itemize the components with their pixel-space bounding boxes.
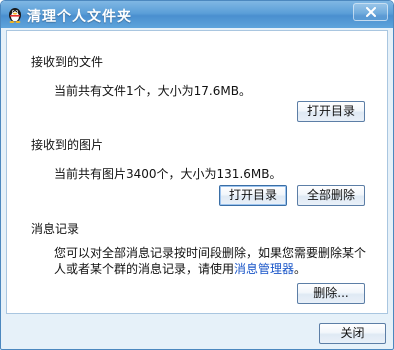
close-icon — [366, 7, 376, 17]
received-images-heading: 接收到的图片 — [31, 138, 104, 152]
message-log-desc-suffix: 。 — [294, 262, 307, 276]
title-bar[interactable]: 清理个人文件夹 — [1, 1, 393, 28]
message-log-desc-line2: 人或者某个群的消息记录，请使用 — [54, 262, 235, 276]
close-button[interactable]: 关闭 — [319, 323, 386, 344]
open-images-directory-button[interactable]: 打开目录 — [219, 185, 287, 206]
message-log-desc-line1: 您可以对全部消息记录按时间段删除，如果您需要删除某个 — [54, 246, 367, 260]
window-title: 清理个人文件夹 — [27, 9, 132, 25]
message-log-description: 您可以对全部消息记录按时间段删除，如果您需要删除某个 人或者某个群的消息记录，请… — [54, 245, 374, 277]
window-close-button[interactable] — [353, 3, 388, 21]
content-panel: 接收到的文件 当前共有文件1个，大小为17.6MB。 打开目录 接收到的图片 当… — [6, 30, 388, 314]
dialog-window: 清理个人文件夹 接收到的文件 当前共有文件1个，大小为17.6MB。 打开目录 … — [0, 0, 394, 350]
qq-penguin-icon — [7, 6, 23, 23]
delete-all-images-button[interactable]: 全部删除 — [297, 185, 365, 206]
delete-messages-button[interactable]: 删除... — [297, 283, 365, 304]
received-files-heading: 接收到的文件 — [31, 55, 104, 69]
message-manager-link[interactable]: 消息管理器 — [234, 262, 294, 276]
received-files-summary: 当前共有文件1个，大小为17.6MB。 — [54, 84, 251, 98]
message-log-heading: 消息记录 — [31, 222, 80, 236]
received-images-summary: 当前共有图片3400个，大小为131.6MB。 — [54, 167, 282, 181]
open-files-directory-button[interactable]: 打开目录 — [297, 101, 365, 122]
